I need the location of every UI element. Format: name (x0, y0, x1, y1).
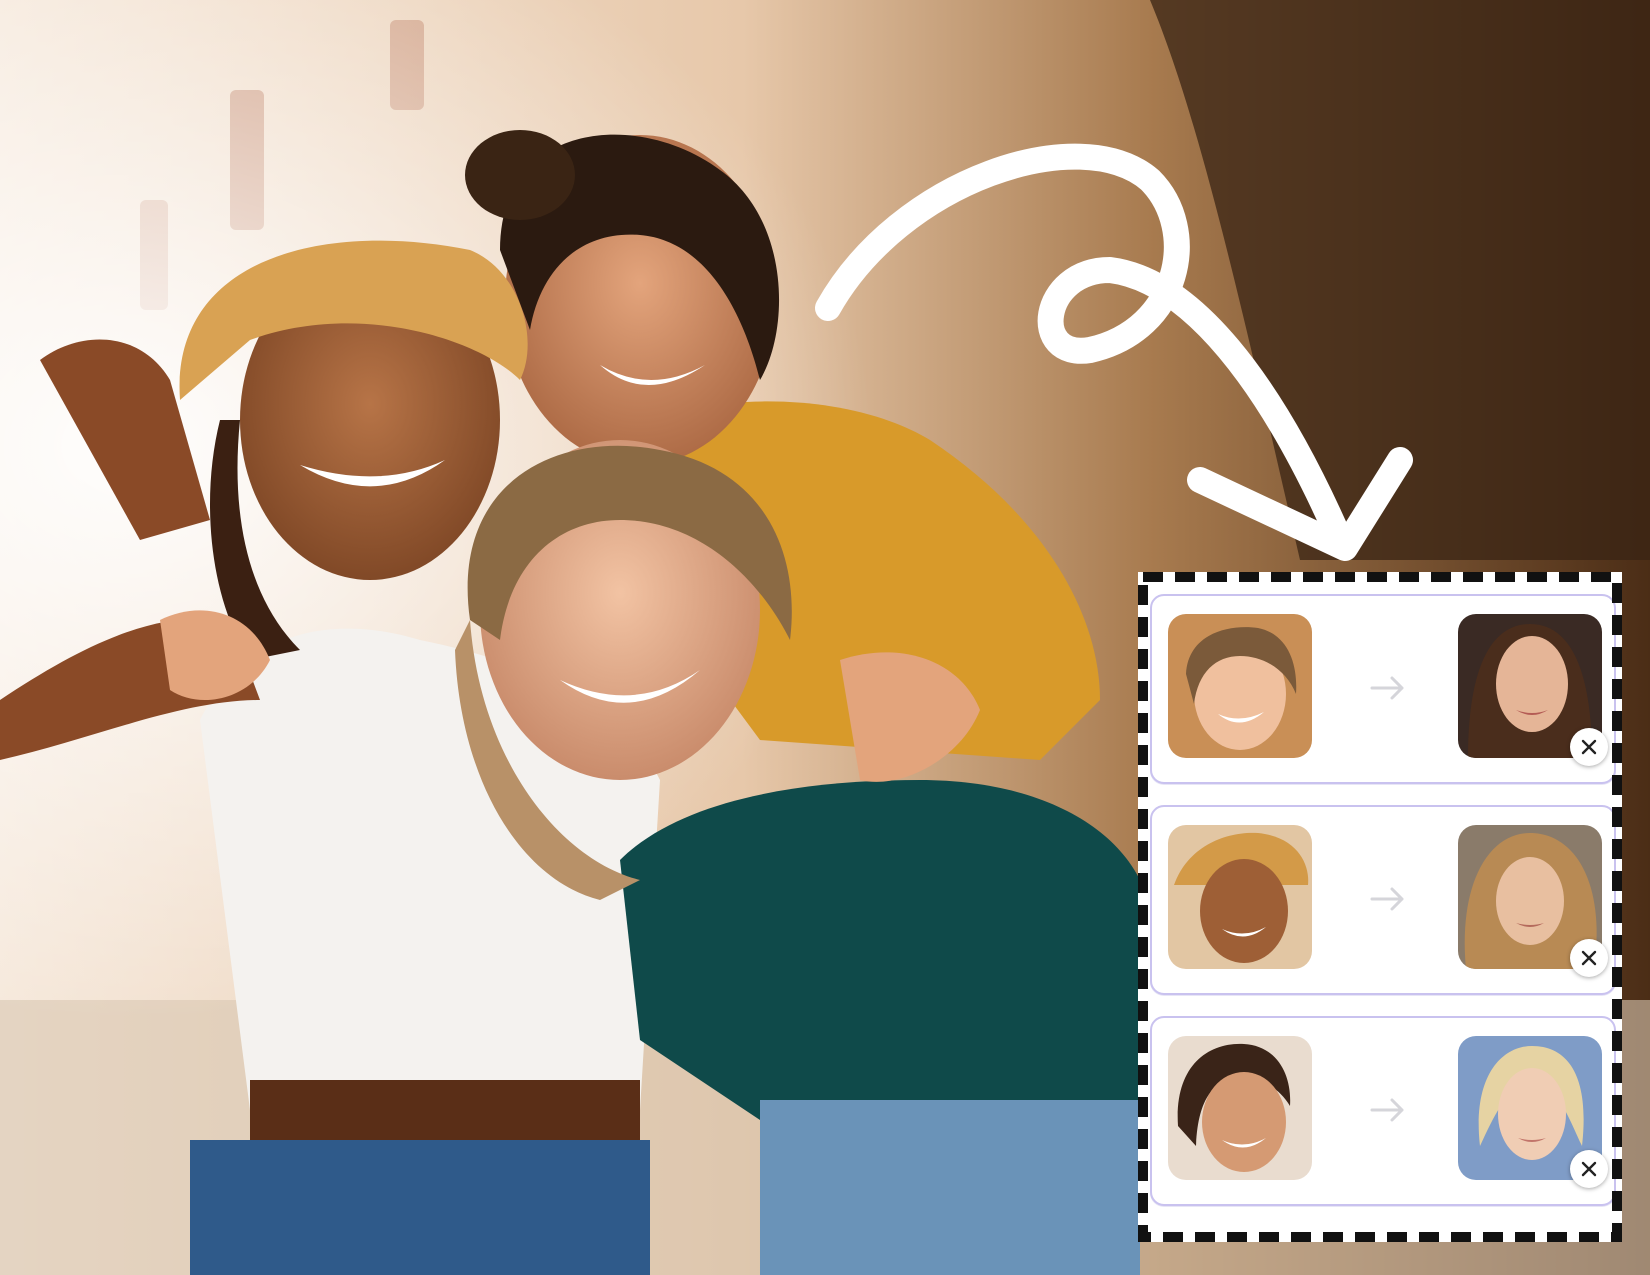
close-icon (1581, 739, 1597, 755)
close-icon (1581, 1161, 1597, 1177)
arrow-right-icon (1370, 676, 1404, 700)
remove-swap-button-2[interactable] (1570, 939, 1608, 977)
source-face-thumbnail-3[interactable] (1168, 1036, 1312, 1180)
close-icon (1581, 950, 1597, 966)
arrow-right-icon (1370, 887, 1404, 911)
remove-swap-button-1[interactable] (1570, 728, 1608, 766)
source-face-thumbnail-1[interactable] (1168, 614, 1312, 758)
swap-row-2 (1150, 805, 1616, 995)
swap-row-1 (1150, 594, 1616, 784)
arrow-right-icon (1370, 1098, 1404, 1122)
source-face-thumbnail-2[interactable] (1168, 825, 1312, 969)
face-swap-panel (1138, 572, 1622, 1242)
remove-swap-button-3[interactable] (1570, 1150, 1608, 1188)
face-swap-scene (0, 0, 1650, 1275)
swap-row-3 (1150, 1016, 1616, 1206)
